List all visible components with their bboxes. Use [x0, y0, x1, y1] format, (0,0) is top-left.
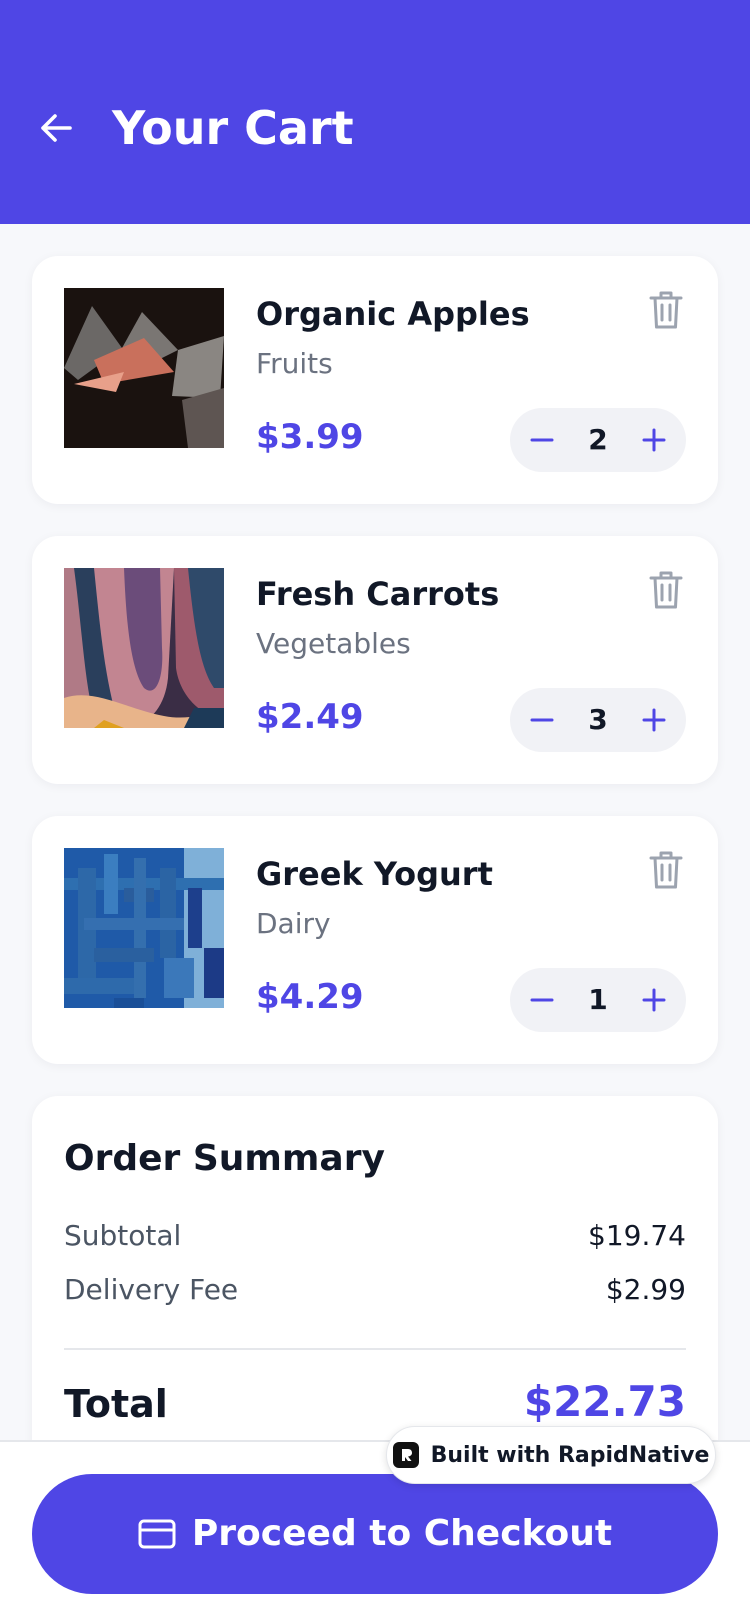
- trash-icon: [649, 571, 683, 609]
- product-price: $2.49: [256, 697, 364, 737]
- quantity-stepper: 2: [510, 408, 686, 472]
- quantity-value: 2: [588, 423, 608, 456]
- app-header: Your Cart: [0, 0, 750, 224]
- built-with-badge[interactable]: Built with RapidNative: [386, 1426, 716, 1484]
- total-label: Total: [64, 1382, 168, 1426]
- total-value: $22.73: [523, 1377, 686, 1426]
- plus-icon: [642, 708, 666, 732]
- product-image: [64, 848, 224, 1008]
- quantity-stepper: 3: [510, 688, 686, 752]
- delivery-fee-row: Delivery Fee $2.99: [64, 1270, 686, 1310]
- back-button[interactable]: [34, 106, 78, 150]
- product-category: Dairy: [256, 907, 331, 940]
- product-price: $3.99: [256, 417, 364, 457]
- quantity-value: 1: [588, 983, 608, 1016]
- decrease-quantity-button[interactable]: [510, 408, 574, 472]
- cart-item: Fresh Carrots Vegetables $2.49 3: [32, 536, 718, 784]
- quantity-value: 3: [588, 703, 608, 736]
- minus-icon: [530, 998, 554, 1002]
- product-price: $4.29: [256, 977, 364, 1017]
- increase-quantity-button[interactable]: [622, 968, 686, 1032]
- plus-icon: [642, 428, 666, 452]
- order-summary-title: Order Summary: [64, 1138, 385, 1179]
- product-image: [64, 568, 224, 728]
- order-summary: Order Summary Subtotal $19.74 Delivery F…: [32, 1096, 718, 1446]
- cart-item: Organic Apples Fruits $3.99 2: [32, 256, 718, 504]
- product-name: Organic Apples: [256, 295, 530, 333]
- trash-icon: [649, 291, 683, 329]
- increase-quantity-button[interactable]: [622, 688, 686, 752]
- product-category: Fruits: [256, 347, 333, 380]
- checkout-button-label: Proceed to Checkout: [191, 1513, 613, 1554]
- summary-divider: [64, 1348, 686, 1350]
- product-image: [64, 288, 224, 448]
- product-category: Vegetables: [256, 627, 411, 660]
- cart-item: Greek Yogurt Dairy $4.29 1: [32, 816, 718, 1064]
- badge-label: Built with RapidNative: [430, 1442, 710, 1468]
- remove-item-button[interactable]: [646, 848, 686, 892]
- rapidnative-logo-icon: [392, 1442, 419, 1468]
- delivery-fee-label: Delivery Fee: [64, 1273, 239, 1306]
- subtotal-row: Subtotal $19.74: [64, 1216, 686, 1256]
- subtotal-value: $19.74: [588, 1219, 686, 1252]
- arrow-left-icon: [41, 114, 72, 142]
- trash-icon: [649, 851, 683, 889]
- minus-icon: [530, 438, 554, 442]
- quantity-stepper: 1: [510, 968, 686, 1032]
- remove-item-button[interactable]: [646, 568, 686, 612]
- subtotal-label: Subtotal: [64, 1219, 182, 1252]
- increase-quantity-button[interactable]: [622, 408, 686, 472]
- product-name: Fresh Carrots: [256, 575, 500, 613]
- decrease-quantity-button[interactable]: [510, 968, 574, 1032]
- minus-icon: [530, 718, 554, 722]
- credit-card-icon: [138, 1519, 176, 1549]
- decrease-quantity-button[interactable]: [510, 688, 574, 752]
- checkout-button[interactable]: Proceed to Checkout: [32, 1474, 718, 1594]
- remove-item-button[interactable]: [646, 288, 686, 332]
- delivery-fee-value: $2.99: [605, 1273, 686, 1306]
- page-title: Your Cart: [112, 101, 354, 155]
- plus-icon: [642, 988, 666, 1012]
- product-name: Greek Yogurt: [256, 855, 493, 893]
